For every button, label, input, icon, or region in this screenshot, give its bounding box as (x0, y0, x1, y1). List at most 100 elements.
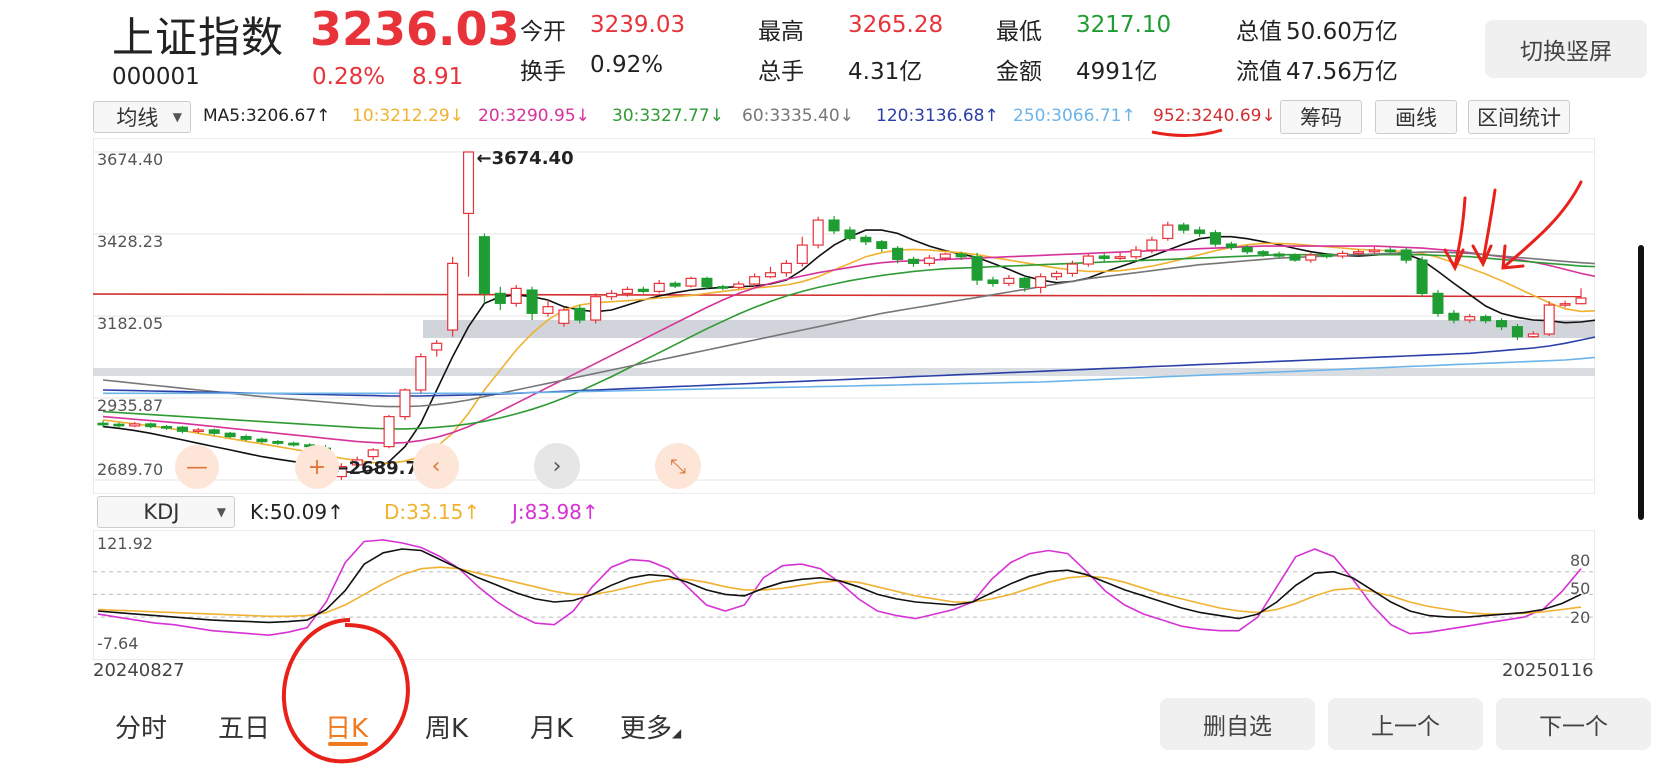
ma-line-ma20 (102, 245, 1595, 445)
candle-body (145, 423, 157, 428)
candle-body (749, 276, 761, 285)
collapse-button[interactable]: ⤡ (655, 443, 701, 489)
candle-body (1305, 254, 1317, 261)
candle-body (637, 288, 649, 292)
candle-body (431, 342, 443, 351)
quote-value: 3239.03 (590, 12, 686, 38)
tab-more-label: 更多 (620, 714, 673, 744)
kline-chart[interactable] (93, 138, 1595, 494)
candle-body (1496, 320, 1508, 328)
candle-body (1194, 229, 1206, 235)
candle-body (653, 282, 665, 292)
candle-body (1162, 224, 1174, 240)
candle-body (1035, 276, 1047, 288)
remove-watchlist-button[interactable]: 删自选 (1160, 698, 1315, 750)
candle-body (510, 287, 522, 304)
ma-line-ma5 (102, 229, 1595, 474)
price-axis-label: 3674.40 (97, 150, 164, 169)
candle-body (621, 288, 633, 294)
tab-intraday[interactable]: 分时 (115, 708, 167, 745)
candle-body (1368, 249, 1380, 253)
ma952-line (93, 293, 1582, 298)
start-date: 20240827 (93, 660, 185, 681)
candle-body (574, 307, 586, 321)
scrollbar[interactable] (1638, 245, 1644, 520)
price-axis-label: 2935.87 (97, 396, 164, 415)
candle-body (796, 244, 808, 264)
candle-body (939, 253, 951, 259)
candle-body (208, 429, 220, 434)
kdj-level-50: 50 (1570, 579, 1591, 598)
chip-button[interactable]: 筹码 (1280, 100, 1362, 134)
kdj-select[interactable]: KDJ ▼ (97, 496, 235, 528)
end-date: 20250116 (1502, 660, 1594, 681)
switch-portrait-button[interactable]: 切换竖屏 (1485, 20, 1647, 78)
next-button[interactable]: 下一个 (1496, 698, 1651, 750)
range-stats-button[interactable]: 区间统计 (1468, 100, 1570, 134)
quote-value: 50.60万亿 (1286, 19, 1398, 45)
previous-button[interactable]: 上一个 (1328, 698, 1483, 750)
candle-body (717, 286, 729, 289)
scroll-right-button[interactable]: › (534, 443, 580, 489)
change-amount: 8.91 (412, 64, 464, 90)
candle-body (240, 435, 252, 440)
chevron-right-icon: › (552, 453, 562, 479)
candle-body (923, 257, 935, 264)
ma-value: 20:3290.95↓ (478, 106, 590, 126)
candle-body (288, 442, 300, 446)
ma-select-label: 均线 (116, 106, 159, 130)
tab-weekly-k[interactable]: 周K (425, 708, 468, 745)
candle-body (1400, 249, 1412, 261)
candle-body (606, 292, 618, 298)
candle-body (733, 283, 745, 288)
candle-body (542, 306, 554, 314)
candle-body (415, 356, 427, 391)
red-arrow-annotation (1443, 196, 1467, 272)
change-percent: 0.28% (312, 64, 386, 90)
quote-value: 4.31亿 (848, 59, 923, 85)
high-price-label: ←3674.40 (476, 148, 574, 169)
kdj-value: J:83.98↑ (512, 500, 599, 524)
candle-body (892, 247, 904, 260)
candle-body (1384, 249, 1396, 253)
candle-body (764, 272, 777, 278)
zoom-out-button[interactable]: — (175, 445, 219, 489)
candle-body (1559, 303, 1571, 306)
candle-body (1019, 277, 1031, 288)
current-price: 3236.03 (310, 2, 520, 56)
tab-five-day[interactable]: 五日 (218, 708, 270, 745)
price-axis-label: 3182.05 (97, 314, 164, 333)
ma-value: 250:3066.71↑ (1013, 106, 1136, 126)
candle-body (987, 279, 999, 284)
quote-value: 4991亿 (1076, 59, 1158, 85)
ma-value: 952:3240.69↓ (1153, 106, 1276, 126)
candle-body (1432, 292, 1444, 314)
candle-body (1289, 255, 1301, 261)
scroll-left-button[interactable]: ‹ (413, 443, 459, 489)
price-axis-label: 2689.70 (97, 460, 164, 479)
candle-body (780, 262, 792, 274)
candle-body (1352, 251, 1365, 254)
candle-body (192, 429, 204, 433)
tab-monthly-k[interactable]: 月K (530, 708, 573, 745)
ma-value: 30:3327.77↓ (612, 106, 724, 126)
candle-body (844, 229, 856, 240)
ma-select[interactable]: 均线 ▼ (93, 101, 191, 133)
zoom-in-button[interactable]: + (295, 445, 339, 489)
ma-value: 120:3136.68↑ (876, 106, 999, 126)
quote-value: 3265.28 (848, 12, 944, 38)
tab-more[interactable]: 更多◢ (620, 708, 681, 745)
index-code: 000001 (112, 64, 200, 90)
candle-body (1098, 255, 1110, 259)
candle-body (1209, 232, 1221, 245)
kdj-level-80: 80 (1570, 551, 1591, 570)
draw-line-button[interactable]: 画线 (1375, 100, 1457, 134)
candle-body (1527, 333, 1539, 338)
chevron-down-icon: ▼ (172, 110, 182, 124)
kdj-level-20: 20 (1570, 608, 1591, 627)
support-band (423, 320, 1595, 338)
candle-body (399, 389, 411, 418)
quote-label: 总值 (1236, 19, 1282, 45)
kdj-axis-top: 121.92 (97, 534, 153, 553)
quote-label: 总手 (758, 59, 804, 85)
